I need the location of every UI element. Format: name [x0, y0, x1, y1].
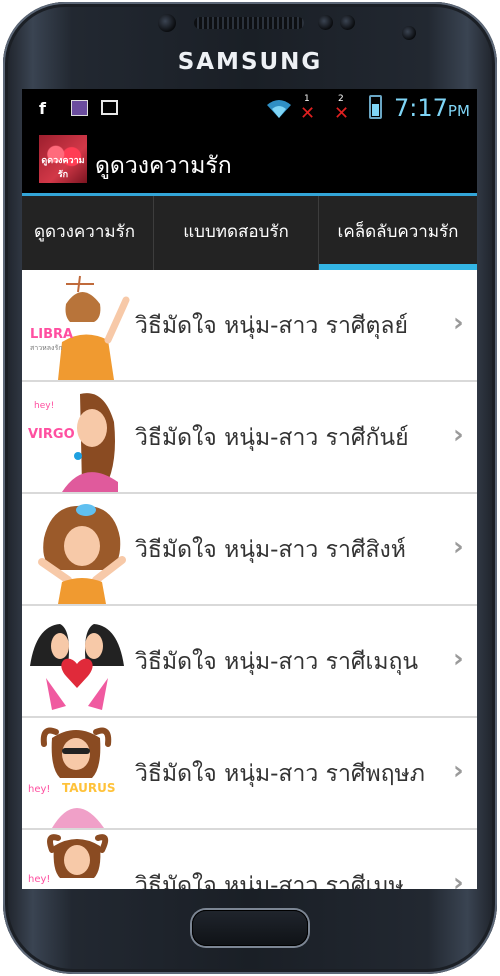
chevron-right-icon: ›: [453, 420, 464, 450]
sim2-no-signal-icon: ✕: [334, 103, 350, 124]
thumb-label: TAURUS: [62, 781, 116, 795]
thumb-sub: hey!: [34, 401, 54, 411]
status-bar: f 1 ✕ 2 ✕ 7:17PM: [22, 89, 477, 127]
thumb-label: LIBRA: [30, 327, 73, 342]
tab-label: เคล็ดลับความรัก: [337, 222, 459, 242]
image-icon: [101, 100, 118, 115]
list-item[interactable]: hey! TAURUS วิธีมัดใจ หนุ่ม-สาว ราศีพฤษภ…: [22, 718, 477, 830]
list-item-title: วิธีมัดใจ หนุ่ม-สาว ราศีเมถุน: [135, 649, 419, 675]
tips-list: LIBRA สาวหลงรัก วิธีมัดใจ หนุ่ม-สาว ราศี…: [22, 270, 477, 889]
list-item-title: วิธีมัดใจ หนุ่ม-สาว ราศีกันย์: [135, 425, 409, 451]
tab-love-horoscope[interactable]: ดูดวงความรัก: [22, 196, 153, 270]
list-item-title: วิธีมัดใจ หนุ่ม-สาว ราศีพฤษภ: [135, 761, 425, 787]
wifi-icon: [267, 100, 291, 118]
camera-lens: [402, 26, 416, 40]
brand-logo: SAMSUNG: [177, 49, 323, 75]
virgo-thumbnail: hey! VIRGO: [22, 382, 132, 492]
tab-bar: ดูดวงความรัก แบบทดสอบรัก เคล็ดลับความรัก: [22, 196, 477, 270]
clock-ampm: PM: [447, 102, 470, 120]
facebook-icon: f: [39, 99, 46, 118]
clock: 7:17PM: [394, 94, 470, 122]
battery-icon: [369, 95, 382, 119]
screen: f 1 ✕ 2 ✕ 7:17PM ดูดวงความรัก ดูดวงความร…: [22, 89, 477, 889]
list-item[interactable]: hey! วิธีมัดใจ หนุ่ม-สาว ราศีเมษ ›: [22, 830, 477, 889]
list-item[interactable]: วิธีมัดใจ หนุ่ม-สาว ราศีสิงห์ ›: [22, 494, 477, 606]
leo-thumbnail: [22, 494, 132, 604]
app-icon-label: ดูดวงความรัก: [41, 156, 85, 180]
chevron-right-icon: ›: [453, 308, 464, 338]
proximity-sensor: [318, 15, 333, 30]
front-camera: [158, 14, 176, 32]
app-title: ดูดวงความรัก: [95, 153, 232, 179]
tab-love-tips[interactable]: เคล็ดลับความรัก: [318, 196, 477, 270]
light-sensor: [340, 15, 355, 30]
chevron-right-icon: ›: [453, 868, 464, 889]
taurus-thumbnail: hey! TAURUS: [22, 718, 132, 828]
libra-thumbnail: LIBRA สาวหลงรัก: [22, 270, 132, 380]
list-item[interactable]: hey! VIRGO วิธีมัดใจ หนุ่ม-สาว ราศีกันย์…: [22, 382, 477, 494]
app-icon[interactable]: ดูดวงความรัก: [39, 135, 87, 183]
list-item[interactable]: วิธีมัดใจ หนุ่ม-สาว ราศีเมถุน ›: [22, 606, 477, 718]
phone-frame: SAMSUNG f 1 ✕ 2 ✕ 7:17PM ดูดวงความรัก ดู…: [0, 0, 500, 976]
action-bar: ดูดวงความรัก ดูดวงความรัก: [22, 127, 477, 196]
app-notification-icon: [71, 100, 88, 116]
earpiece-speaker: [194, 17, 304, 29]
list-item[interactable]: LIBRA สาวหลงรัก วิธีมัดใจ หนุ่ม-สาว ราศี…: [22, 270, 477, 382]
thumb-sub: hey!: [28, 874, 50, 885]
thumb-label: VIRGO: [28, 427, 75, 442]
tab-label: ดูดวงความรัก: [33, 222, 136, 242]
gemini-thumbnail: [22, 606, 132, 716]
chevron-right-icon: ›: [453, 532, 464, 562]
list-item-title: วิธีมัดใจ หนุ่ม-สาว ราศีตุลย์: [135, 313, 408, 339]
thumb-sub: สาวหลงรัก: [30, 344, 62, 352]
aries-thumbnail: hey!: [22, 830, 132, 889]
chevron-right-icon: ›: [453, 756, 464, 786]
list-item-title: วิธีมัดใจ หนุ่ม-สาว ราศีเมษ: [135, 873, 404, 889]
list-item-title: วิธีมัดใจ หนุ่ม-สาว ราศีสิงห์: [135, 537, 406, 563]
clock-time: 7:17: [394, 94, 448, 122]
home-button[interactable]: [192, 910, 308, 946]
thumb-sub: hey!: [28, 784, 50, 795]
tab-label: แบบทดสอบรัก: [183, 222, 289, 242]
sim1-no-signal-icon: ✕: [300, 103, 316, 124]
tab-love-quiz[interactable]: แบบทดสอบรัก: [153, 196, 318, 270]
chevron-right-icon: ›: [453, 644, 464, 674]
